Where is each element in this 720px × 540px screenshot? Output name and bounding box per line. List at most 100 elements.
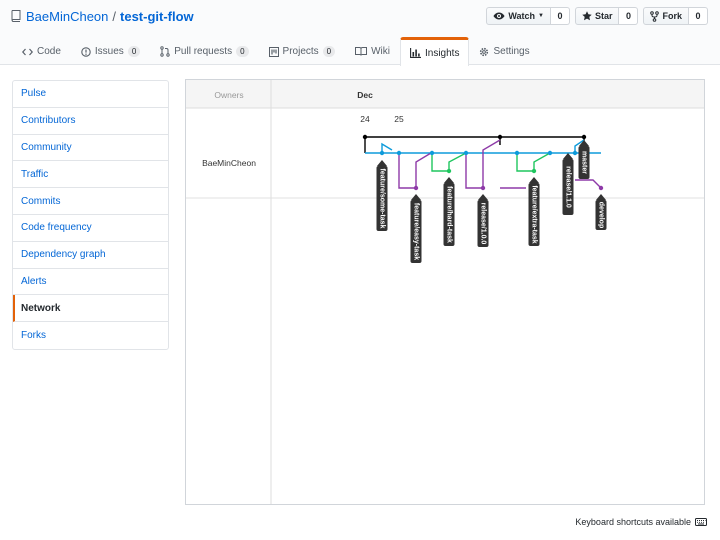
insights-menu: Pulse Contributors Community Traffic Com…	[12, 80, 169, 350]
commit-dot[interactable]	[572, 150, 578, 156]
star-action: Star 0	[574, 7, 639, 25]
branch-label-text: feature/hard-task	[446, 186, 453, 243]
repo-owner-link[interactable]: BaeMinCheon	[26, 9, 108, 24]
commit-dot[interactable]	[514, 150, 520, 156]
tab-code-label: Code	[37, 46, 61, 57]
network-canvas[interactable]: Owners Dec 24 25 BaeMinCheon feature/som…	[186, 80, 705, 505]
branch-label-feature-easy-task[interactable]: feature/easy-task	[410, 194, 422, 263]
feature-hard-task-line	[431, 152, 467, 172]
tab-pull-requests-label: Pull requests	[174, 46, 233, 57]
menu-item-traffic[interactable]: Traffic	[13, 161, 168, 189]
watch-button[interactable]: Watch ▼	[486, 7, 551, 25]
commit-dot[interactable]	[547, 150, 553, 156]
repo-icon	[11, 10, 21, 22]
fork-button[interactable]: Fork	[643, 7, 689, 25]
branch-label-feature-some-task[interactable]: feature/some-task	[376, 160, 388, 231]
commit-dot[interactable]	[463, 150, 469, 156]
tab-wiki[interactable]: Wiki	[345, 37, 400, 65]
release-1-0-0-line	[465, 139, 501, 189]
feature-easy-task-line	[398, 152, 432, 189]
menu-item-community[interactable]: Community	[13, 135, 168, 162]
commit-dot[interactable]	[531, 168, 537, 174]
commit-dot[interactable]	[429, 150, 435, 156]
commit-dot[interactable]	[379, 150, 385, 156]
project-icon	[268, 46, 279, 57]
menu-item-dependency-graph[interactable]: Dependency graph	[13, 242, 168, 269]
eye-icon	[493, 12, 505, 20]
tab-code[interactable]: Code	[12, 37, 71, 65]
keyboard-icon	[695, 518, 707, 526]
tab-wiki-label: Wiki	[371, 46, 390, 57]
menu-item-contributors[interactable]: Contributors	[13, 108, 168, 135]
branch-label-develop[interactable]: develop	[595, 194, 607, 230]
branch-label-feature-extra-task[interactable]: feature/extra-task	[528, 177, 540, 246]
graph-icon	[410, 48, 421, 58]
repo-header: BaeMinCheon / test-git-flow Watch ▼ 0 St…	[0, 0, 720, 66]
chevron-down-icon: ▼	[538, 13, 544, 19]
star-button[interactable]: Star	[574, 7, 620, 25]
commit-dot[interactable]	[598, 185, 604, 191]
branch-label-text: release/1.1.0	[565, 166, 572, 208]
month-label: Dec	[357, 90, 373, 100]
network-graph[interactable]: Owners Dec 24 25 BaeMinCheon feature/som…	[185, 79, 705, 505]
branch-label-release-1-1-0[interactable]: release/1.1.0	[562, 153, 574, 215]
branch-label-text: feature/extra-task	[531, 185, 538, 243]
tab-projects[interactable]: Projects 0	[259, 37, 346, 65]
commit-dot[interactable]	[480, 185, 486, 191]
code-icon	[22, 48, 33, 55]
tab-issues[interactable]: Issues 0	[71, 37, 150, 65]
star-icon	[582, 11, 592, 21]
watch-count[interactable]: 0	[550, 7, 570, 25]
tab-issues-count: 0	[127, 46, 141, 57]
tab-pull-requests[interactable]: Pull requests 0	[150, 37, 258, 65]
tab-insights[interactable]: Insights	[400, 37, 470, 66]
repo-separator: /	[112, 8, 117, 24]
commit-dot[interactable]	[362, 134, 368, 140]
network-header-band	[186, 80, 704, 108]
tab-projects-count: 0	[322, 46, 336, 57]
branch-label-feature-hard-task[interactable]: feature/hard-task	[443, 177, 455, 246]
menu-item-pulse[interactable]: Pulse	[13, 81, 168, 108]
fork-action: Fork 0	[643, 7, 708, 25]
commit-dot[interactable]	[413, 185, 419, 191]
commit-dot[interactable]	[396, 150, 402, 156]
tab-settings-label: Settings	[493, 46, 530, 57]
branch-label-text: release/1.0.0	[480, 203, 487, 245]
menu-item-code-frequency[interactable]: Code frequency	[13, 215, 168, 242]
watch-label: Watch	[508, 11, 536, 21]
star-label: Star	[594, 11, 613, 21]
keyboard-shortcuts-label: Keyboard shortcuts available	[575, 517, 691, 527]
repo-nav: Code Issues 0 Pull requests 0 Projects 0…	[12, 37, 540, 66]
feature-extra-task-line	[516, 152, 551, 172]
repo-actions: Watch ▼ 0 Star 0 Fork 0	[481, 7, 708, 25]
develop-tail-line	[575, 179, 602, 189]
owners-header: Owners	[214, 90, 243, 100]
commit-dot[interactable]	[446, 168, 452, 174]
fork-icon	[650, 10, 660, 22]
tab-issues-label: Issues	[94, 46, 124, 57]
branch-label-text: feature/easy-task	[413, 203, 420, 260]
menu-item-alerts[interactable]: Alerts	[13, 269, 168, 296]
pull-request-icon	[160, 46, 170, 57]
day-label-25: 25	[394, 114, 404, 124]
branch-label-release-1-0-0[interactable]: release/1.0.0	[477, 194, 489, 247]
keyboard-shortcuts[interactable]: Keyboard shortcuts available	[575, 517, 707, 527]
tab-projects-label: Projects	[282, 46, 319, 57]
repo-name-link[interactable]: test-git-flow	[120, 9, 194, 24]
menu-item-network[interactable]: Network	[13, 295, 168, 323]
fork-count[interactable]: 0	[689, 7, 708, 25]
branch-label-master[interactable]: master	[578, 140, 590, 179]
tab-settings[interactable]: Settings	[469, 37, 539, 65]
branch-label-text: feature/some-task	[379, 169, 386, 229]
watch-action: Watch ▼ 0	[486, 7, 570, 25]
commit-dot[interactable]	[497, 134, 503, 140]
star-count[interactable]: 0	[619, 7, 639, 25]
gear-icon	[480, 47, 489, 56]
commit-dot[interactable]	[581, 134, 587, 140]
menu-item-forks[interactable]: Forks	[13, 322, 168, 349]
tab-pull-requests-count: 0	[236, 46, 249, 57]
tab-insights-label: Insights	[425, 47, 460, 59]
menu-item-commits[interactable]: Commits	[13, 188, 168, 215]
owner-name[interactable]: BaeMinCheon	[202, 158, 256, 168]
repo-title: BaeMinCheon / test-git-flow	[11, 8, 194, 24]
